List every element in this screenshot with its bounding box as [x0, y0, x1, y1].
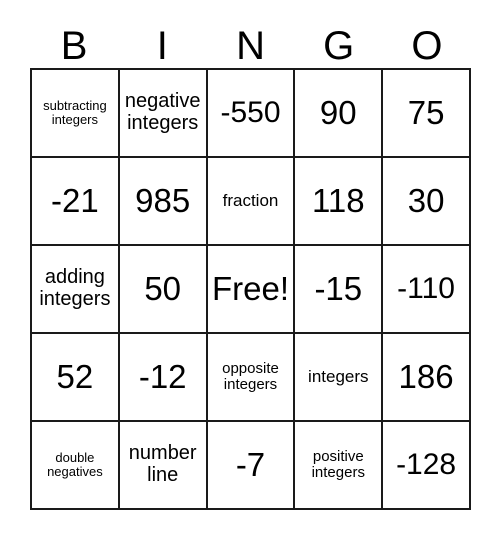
bingo-cell-o4[interactable]: 186: [383, 334, 471, 422]
bingo-cell-label: number line: [128, 442, 197, 486]
bingo-cell-g3[interactable]: -15: [295, 246, 384, 334]
bingo-cell-label: positive integers: [311, 447, 365, 481]
bingo-cell-n1[interactable]: -550: [207, 70, 296, 158]
bingo-cell-label: 75: [407, 94, 445, 132]
bingo-row: double negatives number line -7 positive…: [32, 422, 471, 510]
bingo-cell-b4[interactable]: 52: [32, 334, 120, 422]
bingo-cell-i2[interactable]: 985: [119, 158, 208, 246]
bingo-cell-g1[interactable]: 90: [295, 70, 384, 158]
bingo-cell-label: 186: [398, 358, 454, 396]
bingo-cell-o3[interactable]: -110: [383, 246, 471, 334]
bingo-header-letter-i: I: [156, 24, 168, 68]
bingo-row: subtracting integers negative integers -…: [32, 70, 471, 158]
bingo-cell-o1[interactable]: 75: [383, 70, 471, 158]
bingo-cell-i5[interactable]: number line: [119, 422, 208, 510]
bingo-header-letter-b: B: [60, 24, 88, 68]
bingo-cell-label: adding integers: [39, 266, 111, 310]
bingo-cell-n5[interactable]: -7: [207, 422, 296, 510]
bingo-cell-label: 30: [407, 182, 445, 220]
bingo-cell-label: -128: [396, 447, 457, 481]
bingo-cell-g4[interactable]: integers: [295, 334, 384, 422]
bingo-card: B I N G O subtracting integers negative …: [30, 8, 471, 510]
bingo-header-row: B I N G O: [30, 8, 471, 68]
bingo-row: -21 985 fraction 118 30: [32, 158, 471, 246]
bingo-cell-label: negative integers: [124, 90, 201, 134]
bingo-cell-label: 50: [144, 270, 182, 308]
bingo-cell-i3[interactable]: 50: [119, 246, 208, 334]
bingo-cell-label: 52: [56, 358, 94, 396]
bingo-cell-label: -110: [397, 271, 455, 305]
bingo-cell-label: -550: [220, 95, 281, 129]
bingo-cell-i4[interactable]: -12: [119, 334, 208, 422]
bingo-cell-free-space[interactable]: Free!: [207, 246, 296, 334]
bingo-header-letter-o: O: [411, 24, 443, 68]
bingo-cell-b5[interactable]: double negatives: [32, 422, 120, 510]
bingo-cell-label: opposite integers: [222, 359, 279, 393]
bingo-cell-n2[interactable]: fraction: [207, 158, 296, 246]
bingo-cell-label: -21: [51, 182, 99, 220]
bingo-cell-n4[interactable]: opposite integers: [207, 334, 296, 422]
bingo-row: adding integers 50 Free! -15 -110: [32, 246, 471, 334]
bingo-cell-b2[interactable]: -21: [32, 158, 120, 246]
bingo-cell-g5[interactable]: positive integers: [295, 422, 384, 510]
bingo-header-letter-g: G: [323, 24, 355, 68]
bingo-cell-g2[interactable]: 118: [295, 158, 384, 246]
bingo-cell-label: subtracting integers: [43, 97, 107, 127]
bingo-cell-b1[interactable]: subtracting integers: [32, 70, 120, 158]
bingo-cell-label: 985: [135, 182, 191, 220]
bingo-header-letter-n: N: [236, 24, 265, 68]
bingo-cell-b3[interactable]: adding integers: [32, 246, 120, 334]
bingo-row: 52 -12 opposite integers integers 186: [32, 334, 471, 422]
bingo-cell-o5[interactable]: -128: [383, 422, 471, 510]
bingo-grid: subtracting integers negative integers -…: [30, 68, 471, 510]
bingo-cell-label: 118: [311, 182, 365, 220]
bingo-cell-label: -12: [138, 358, 187, 396]
bingo-cell-label: integers: [308, 366, 369, 386]
bingo-cell-label: Free!: [211, 270, 289, 308]
bingo-cell-o2[interactable]: 30: [383, 158, 471, 246]
bingo-cell-label: fraction: [222, 190, 279, 210]
bingo-cell-label: double negatives: [47, 449, 103, 479]
bingo-cell-label: -7: [235, 446, 266, 484]
bingo-cell-label: 90: [319, 94, 357, 132]
bingo-cell-label: -15: [314, 270, 363, 308]
bingo-cell-i1[interactable]: negative integers: [119, 70, 208, 158]
